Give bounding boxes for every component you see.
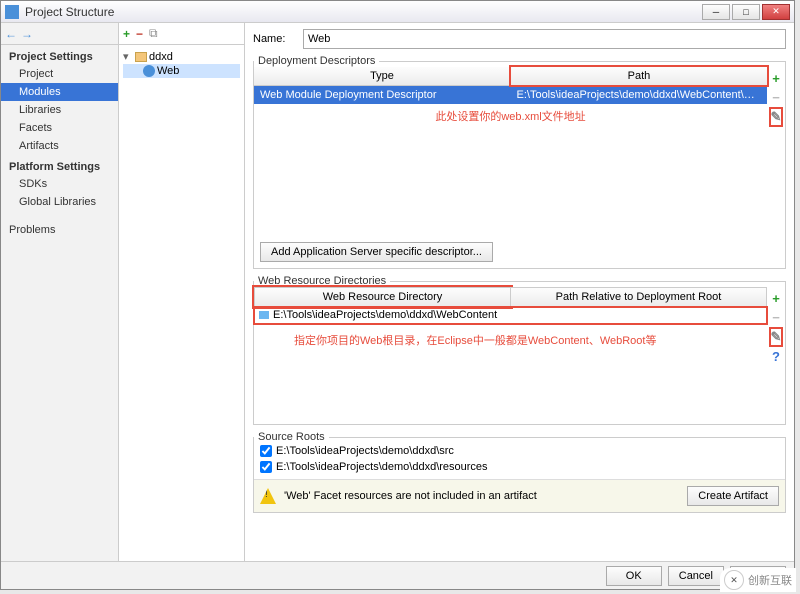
sidebar-toolbar: ← → bbox=[1, 23, 118, 45]
ok-button[interactable]: OK bbox=[606, 566, 662, 586]
folder-icon bbox=[259, 311, 269, 319]
add-icon[interactable]: + bbox=[123, 27, 130, 41]
dd-header-type: Type bbox=[254, 67, 511, 85]
dd-hint: 此处设置你的web.xml文件地址 bbox=[254, 104, 767, 128]
sidebar-item-facets[interactable]: Facets bbox=[1, 119, 118, 137]
watermark: ✕ 创新互联 bbox=[720, 568, 796, 592]
web-icon bbox=[143, 65, 155, 77]
titlebar: Project Structure ─ □ ✕ bbox=[1, 1, 794, 23]
src-path: E:\Tools\ideaProjects\demo\ddxd\src bbox=[276, 445, 454, 457]
tree-label: Web bbox=[157, 65, 179, 77]
sidebar-item-modules[interactable]: Modules bbox=[1, 83, 118, 101]
wrd-cell-dir: E:\Tools\ideaProjects\demo\ddxd\WebConte… bbox=[273, 309, 497, 321]
warning-row: 'Web' Facet resources are not included i… bbox=[254, 479, 785, 512]
wrd-edit-icon[interactable]: ✎ bbox=[771, 329, 782, 345]
web-resource-directories: Web Resource Directories Web Resource Di… bbox=[253, 275, 786, 425]
tree-node-module[interactable]: ▾ ddxd bbox=[123, 49, 240, 64]
sidebar: ← → Project Settings Project Modules Lib… bbox=[1, 23, 119, 561]
close-button[interactable]: ✕ bbox=[762, 4, 790, 20]
section-project-settings: Project Settings bbox=[1, 45, 118, 65]
wrd-add-icon[interactable]: + bbox=[772, 291, 780, 306]
tree-node-web[interactable]: Web bbox=[123, 64, 240, 78]
deployment-descriptors: Deployment Descriptors Type Path Web Mod… bbox=[253, 55, 786, 269]
add-server-descriptor-button[interactable]: Add Application Server specific descript… bbox=[260, 242, 493, 262]
name-input[interactable] bbox=[303, 29, 786, 49]
dd-row[interactable]: Web Module Deployment Descriptor E:\Tool… bbox=[254, 86, 767, 104]
wrd-header-dir: Web Resource Directory bbox=[254, 287, 511, 307]
tree-label: ddxd bbox=[149, 51, 173, 63]
section-platform-settings: Platform Settings bbox=[1, 155, 118, 175]
sidebar-item-libraries[interactable]: Libraries bbox=[1, 101, 118, 119]
wrd-help-icon[interactable]: ? bbox=[772, 349, 780, 364]
src-checkbox[interactable] bbox=[260, 461, 272, 473]
watermark-text: 创新互联 bbox=[748, 572, 792, 588]
name-label: Name: bbox=[253, 33, 295, 45]
dd-header-path: Path bbox=[511, 67, 767, 85]
dd-edit-icon[interactable]: ✎ bbox=[771, 109, 782, 125]
project-structure-window: Project Structure ─ □ ✕ ← → Project Sett… bbox=[0, 0, 795, 590]
src-item[interactable]: E:\Tools\ideaProjects\demo\ddxd\resource… bbox=[254, 459, 785, 475]
dd-add-icon[interactable]: + bbox=[772, 71, 780, 86]
watermark-logo-icon: ✕ bbox=[724, 570, 744, 590]
window-title: Project Structure bbox=[25, 5, 700, 19]
sidebar-item-global-libraries[interactable]: Global Libraries bbox=[1, 193, 118, 211]
source-roots: Source Roots E:\Tools\ideaProjects\demo\… bbox=[253, 431, 786, 513]
module-tree: + − ⧉ ▾ ddxd Web bbox=[119, 23, 245, 561]
forward-icon[interactable]: → bbox=[21, 27, 33, 41]
create-artifact-button[interactable]: Create Artifact bbox=[687, 486, 779, 506]
sidebar-item-artifacts[interactable]: Artifacts bbox=[1, 137, 118, 155]
remove-icon[interactable]: − bbox=[136, 27, 143, 41]
dd-legend: Deployment Descriptors bbox=[254, 55, 379, 67]
dd-cell-path: E:\Tools\ideaProjects\demo\ddxd\WebConte… bbox=[511, 86, 768, 104]
dialog-footer: OK Cancel Ap bbox=[1, 561, 794, 589]
maximize-button[interactable]: □ bbox=[732, 4, 760, 20]
sidebar-item-project[interactable]: Project bbox=[1, 65, 118, 83]
dd-cell-type: Web Module Deployment Descriptor bbox=[254, 86, 511, 104]
main-panel: Name: Deployment Descriptors Type Path W… bbox=[245, 23, 794, 561]
wrd-legend: Web Resource Directories bbox=[254, 275, 390, 287]
wrd-hint: 指定你项目的Web根目录，在Eclipse中一般都是WebContent、Web… bbox=[254, 328, 767, 352]
cancel-button[interactable]: Cancel bbox=[668, 566, 724, 586]
src-item[interactable]: E:\Tools\ideaProjects\demo\ddxd\src bbox=[254, 443, 785, 459]
back-icon[interactable]: ← bbox=[5, 27, 17, 41]
wrd-remove-icon[interactable]: − bbox=[772, 310, 780, 325]
dd-remove-icon[interactable]: − bbox=[772, 90, 780, 105]
warning-icon bbox=[260, 488, 276, 504]
sidebar-item-problems[interactable]: Problems bbox=[1, 221, 118, 239]
copy-icon[interactable]: ⧉ bbox=[149, 26, 158, 41]
src-legend: Source Roots bbox=[254, 431, 329, 443]
collapse-icon[interactable]: ▾ bbox=[123, 50, 133, 63]
wrd-row[interactable]: E:\Tools\ideaProjects\demo\ddxd\WebConte… bbox=[254, 307, 767, 324]
src-path: E:\Tools\ideaProjects\demo\ddxd\resource… bbox=[276, 461, 488, 473]
app-icon bbox=[5, 5, 19, 19]
minimize-button[interactable]: ─ bbox=[702, 4, 730, 20]
tree-toolbar: + − ⧉ bbox=[119, 23, 244, 45]
sidebar-item-sdks[interactable]: SDKs bbox=[1, 175, 118, 193]
wrd-header-rel: Path Relative to Deployment Root bbox=[511, 287, 767, 307]
warning-text: 'Web' Facet resources are not included i… bbox=[284, 490, 537, 502]
src-checkbox[interactable] bbox=[260, 445, 272, 457]
folder-icon bbox=[135, 52, 147, 62]
